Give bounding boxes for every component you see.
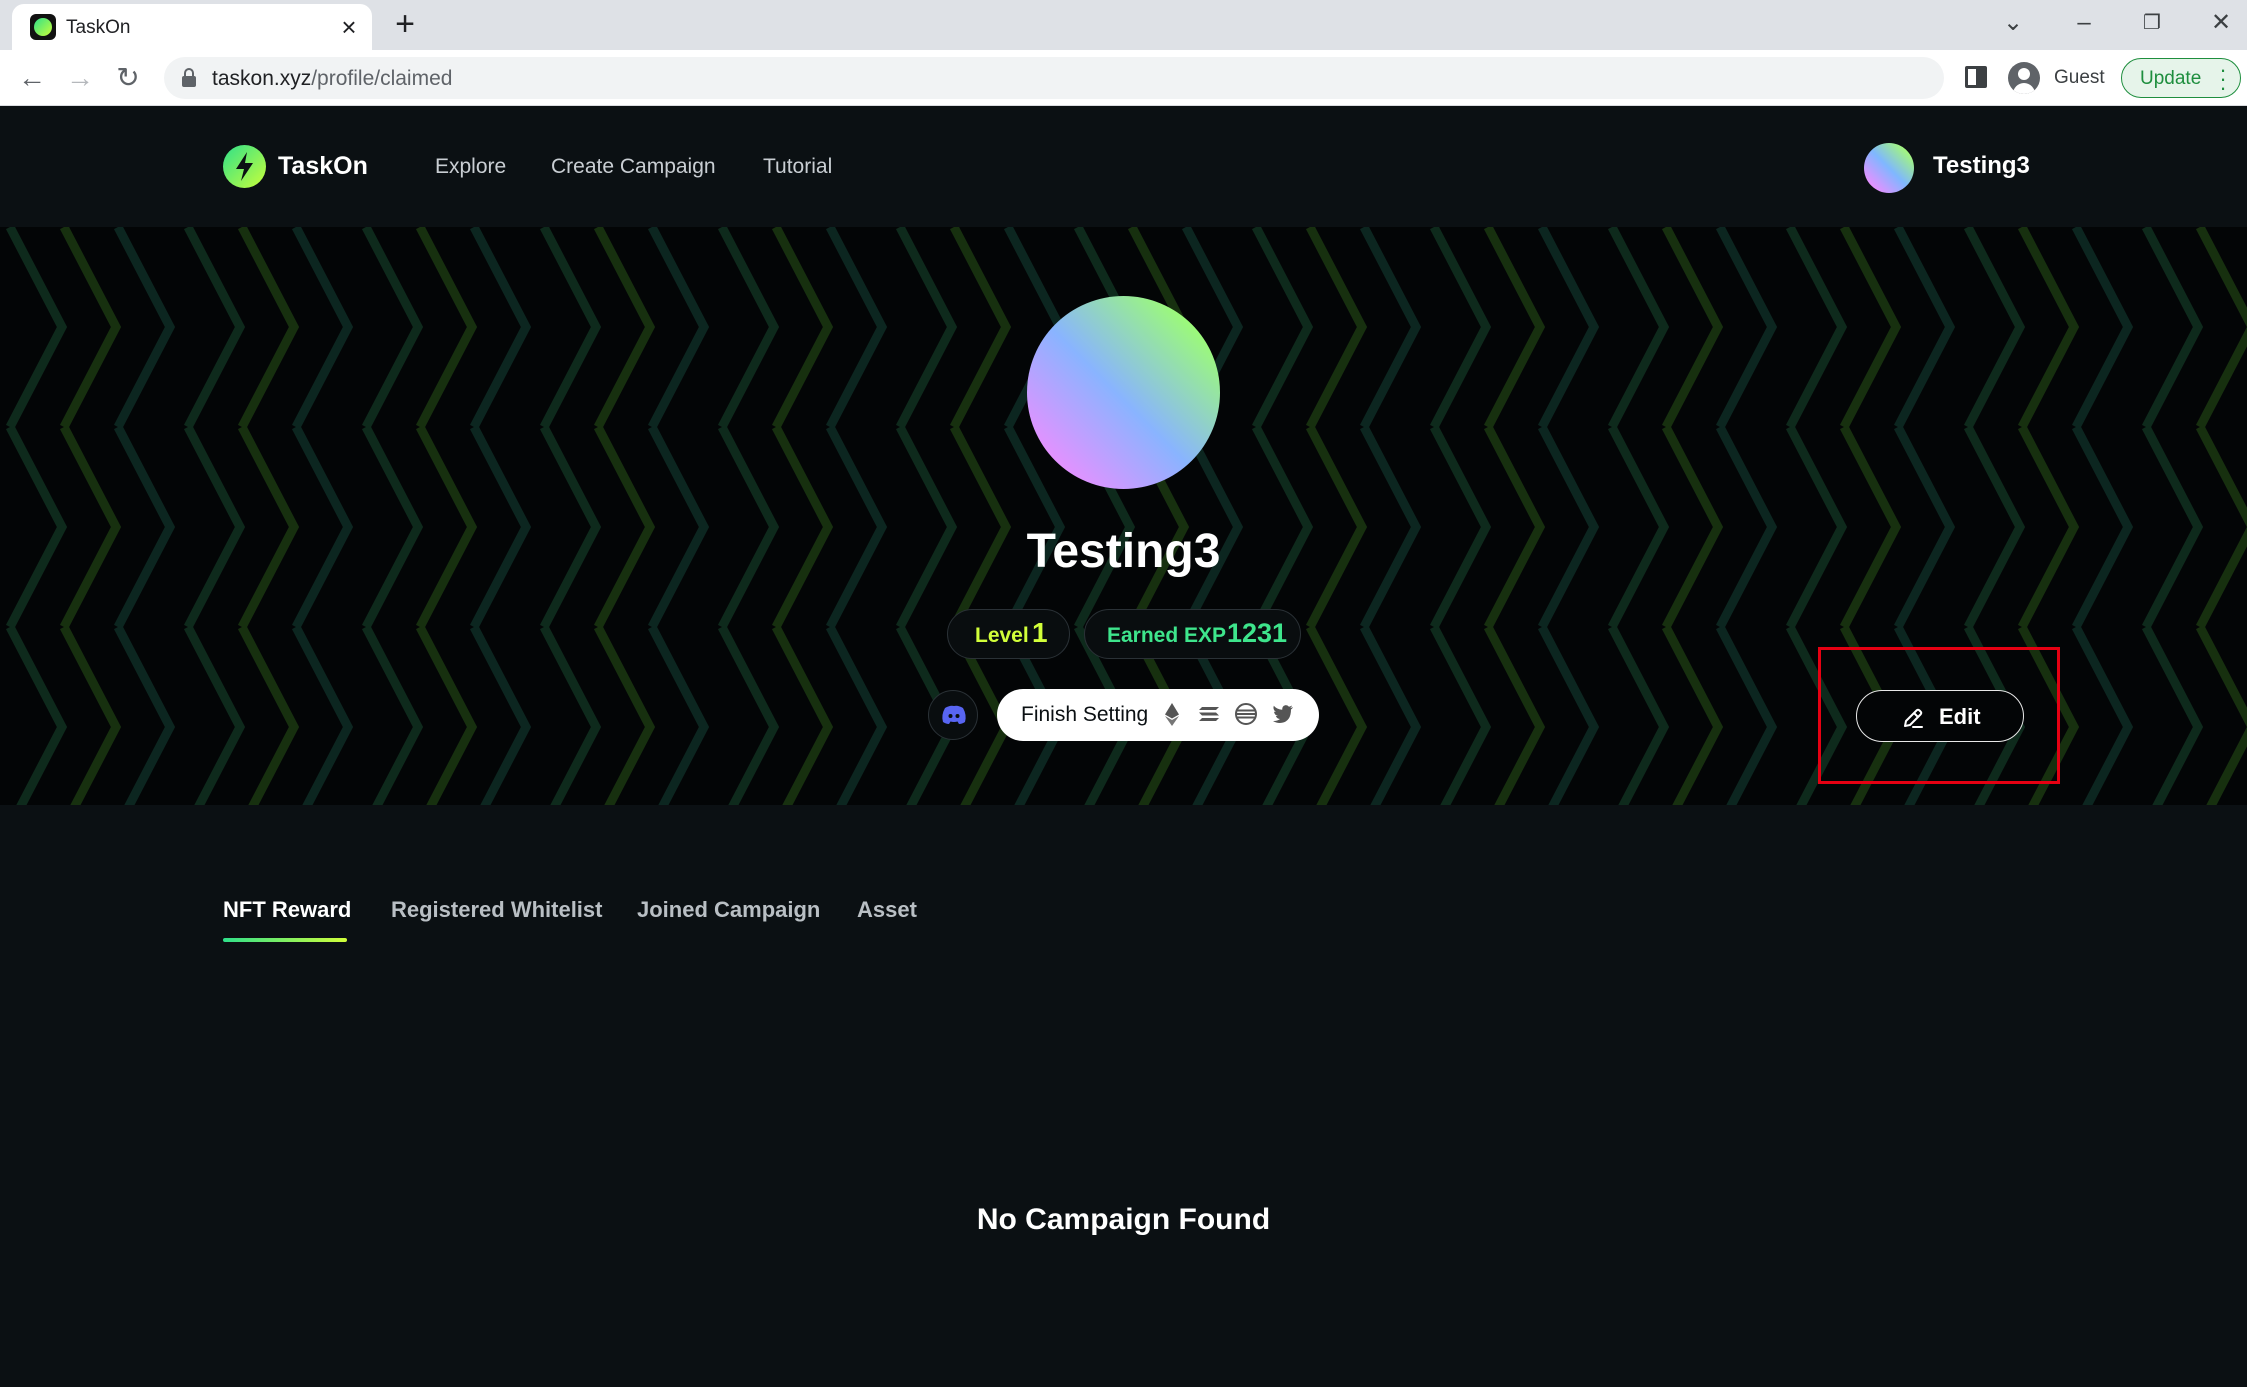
- browser-tab[interactable]: TaskOn ×: [12, 4, 372, 50]
- browser-toolbar: ← → ↻ taskon.xyz/profile/claimed Guest U…: [0, 50, 2247, 106]
- level-label: Level: [975, 624, 1029, 647]
- edit-profile-button[interactable]: Edit: [1856, 690, 2024, 742]
- exp-badge: Earned EXP 1231: [1084, 609, 1301, 659]
- app-header: TaskOn Explore Create Campaign Tutorial …: [0, 106, 2247, 227]
- nav-tutorial[interactable]: Tutorial: [763, 155, 832, 179]
- solana-icon: [1199, 707, 1219, 721]
- update-button[interactable]: Update · · ·: [2121, 58, 2241, 99]
- exp-label: Earned EXP: [1107, 624, 1227, 647]
- profile-banner: Testing3 Level 1 Earned EXP 1231 Finish …: [0, 227, 2247, 805]
- twitter-icon: [1273, 705, 1293, 723]
- new-tab-icon[interactable]: +: [390, 7, 420, 41]
- minimize-icon[interactable]: –: [2069, 8, 2099, 38]
- profile-name: Testing3: [1026, 525, 1221, 578]
- active-tab-indicator: [223, 938, 347, 942]
- brand-name[interactable]: TaskOn: [278, 152, 368, 181]
- url-text[interactable]: taskon.xyz/profile/claimed: [212, 67, 452, 91]
- close-window-icon[interactable]: ✕: [2206, 8, 2236, 38]
- finish-setting-button[interactable]: Finish Setting: [997, 689, 1319, 741]
- more-menu-icon[interactable]: · · ·: [2218, 59, 2228, 99]
- nav-explore[interactable]: Explore: [435, 155, 506, 179]
- browser-profile-button[interactable]: Guest: [2000, 57, 2112, 99]
- header-user-avatar[interactable]: [1864, 143, 1914, 193]
- header-username[interactable]: Testing3: [1933, 152, 2030, 180]
- finish-setting-label: Finish Setting: [1021, 703, 1149, 726]
- exp-value: 1231: [1227, 618, 1288, 648]
- url-path: /profile/claimed: [311, 67, 453, 90]
- reload-icon[interactable]: ↻: [112, 62, 144, 94]
- taskon-logo-icon[interactable]: [223, 145, 266, 188]
- nav-create-campaign[interactable]: Create Campaign: [551, 155, 716, 179]
- tab-asset[interactable]: Asset: [857, 897, 917, 923]
- browser-tab-title: TaskOn: [66, 17, 131, 38]
- back-arrow-icon[interactable]: ←: [16, 62, 48, 94]
- side-panel-icon[interactable]: [1965, 66, 1987, 88]
- pencil-icon: [1904, 708, 1923, 728]
- address-bar[interactable]: taskon.xyz/profile/claimed: [164, 57, 1944, 99]
- browser-tabstrip: TaskOn × + ⌄ – ❐ ✕: [0, 0, 2247, 50]
- ethereum-icon: [1165, 703, 1179, 726]
- forward-arrow-icon[interactable]: →: [64, 62, 96, 94]
- level-badge: Level 1: [947, 609, 1070, 659]
- update-label: Update: [2140, 68, 2202, 89]
- taskon-favicon-icon: [30, 14, 56, 40]
- guest-avatar-icon: [2008, 62, 2040, 94]
- empty-state-message: No Campaign Found: [976, 1203, 1271, 1236]
- tab-registered-whitelist[interactable]: Registered Whitelist: [391, 897, 602, 923]
- aptos-icon: [1235, 703, 1257, 725]
- discord-button[interactable]: [928, 690, 978, 740]
- lock-icon[interactable]: [182, 68, 196, 88]
- level-value: 1: [1032, 617, 1048, 648]
- url-host: taskon.xyz: [212, 67, 312, 90]
- profile-avatar[interactable]: [1027, 296, 1220, 489]
- guest-label: Guest: [2054, 67, 2105, 88]
- edit-label: Edit: [1939, 704, 1981, 729]
- tab-nft-reward[interactable]: NFT Reward: [223, 897, 351, 923]
- tab-joined-campaign[interactable]: Joined Campaign: [637, 897, 820, 923]
- discord-icon: [942, 705, 966, 724]
- tab-search-chevron-icon[interactable]: ⌄: [1998, 8, 2028, 38]
- close-tab-icon[interactable]: ×: [336, 14, 362, 40]
- restore-icon[interactable]: ❐: [2137, 8, 2167, 38]
